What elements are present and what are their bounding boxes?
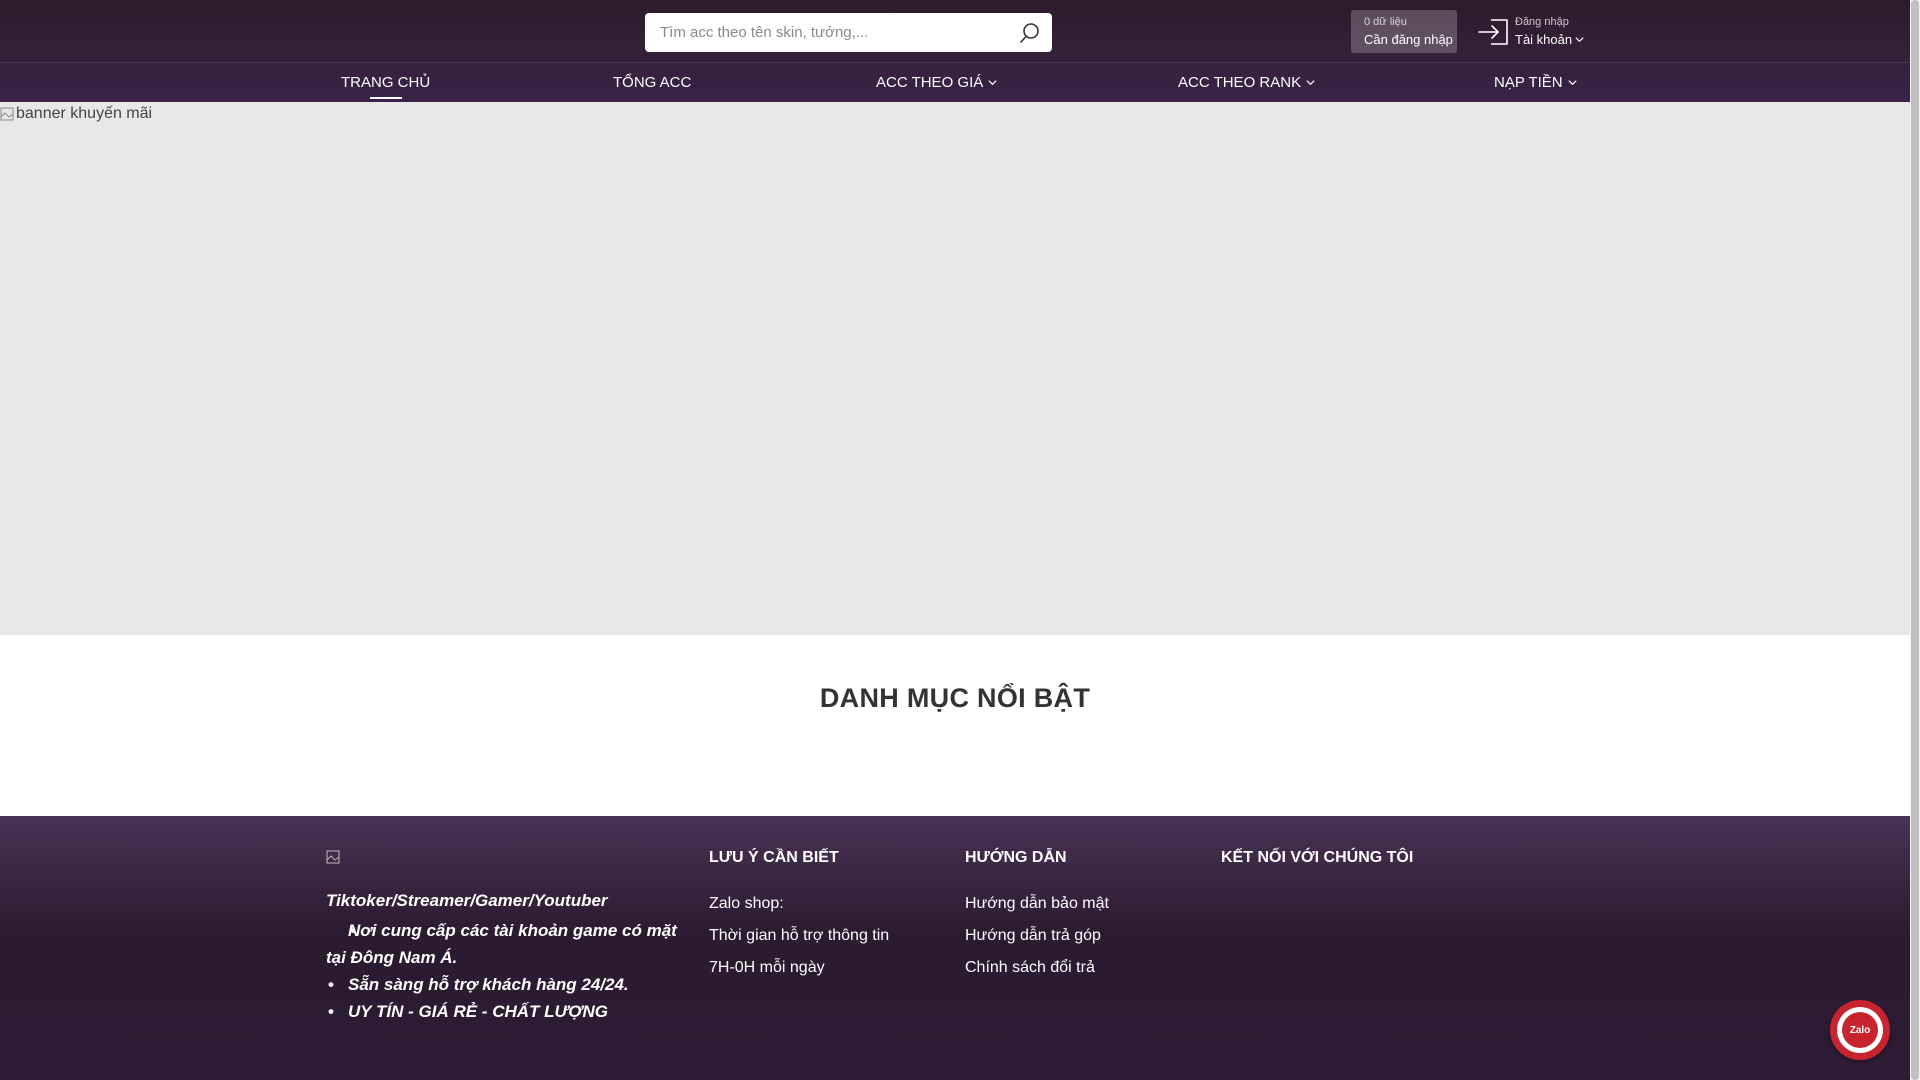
nav-item-label: NẠP TIỀN (1494, 74, 1563, 91)
top-bar: 0 dữ liệu Cần đăng nhập Đăng nhập Tài kh… (0, 0, 1910, 63)
cart-button[interactable]: 0 dữ liệu Cần đăng nhập (1351, 10, 1457, 53)
footer-col-title: LƯU Ý CẦN BIẾT (709, 849, 839, 866)
chevron-down-icon (1306, 80, 1315, 86)
account-menu[interactable]: Đăng nhập Tài khoản (1477, 14, 1597, 50)
nav-item-label: ACC THEO GIÁ (876, 74, 984, 91)
footer-col-title: KẾT NỐI VỚI CHÚNG TÔI (1221, 849, 1414, 866)
footer-col-guides: HƯỚNG DẪN Hướng dẫn bảo mật Hướng dẫn tr… (965, 848, 1109, 984)
footer-col-notes: LƯU Ý CẦN BIẾT Zalo shop: Thời gian hỗ t… (709, 848, 889, 984)
nav-item-top-up[interactable]: NẠP TIỀN (1494, 63, 1578, 102)
active-underline (369, 97, 402, 99)
login-label: Đăng nhập (1515, 16, 1569, 28)
nav-item-home[interactable]: TRANG CHỦ (341, 63, 430, 102)
zalo-icon: Zalo (1837, 1007, 1883, 1053)
zalo-chat-button[interactable]: Zalo (1830, 1000, 1890, 1060)
nav-item-acc-by-price[interactable]: ACC THEO GIÁ (876, 63, 998, 102)
login-icon (1478, 19, 1508, 45)
broken-image-icon (326, 850, 340, 864)
footer-link[interactable]: 7H-0H mỗi ngày (709, 952, 889, 984)
footer-tagline: Tiktoker/Streamer/Gamer/Youtuber (326, 891, 608, 910)
search-input[interactable] (645, 13, 995, 52)
banner-alt: banner khuyến mãi (0, 105, 152, 123)
chevron-down-icon (988, 80, 997, 86)
footer-bullets: Nơi cung cấp các tài khoản game có mặt t… (326, 917, 681, 1025)
nav-item-label: ACC THEO RANK (1178, 74, 1302, 91)
list-item: Nơi cung cấp các tài khoản game có mặt t… (326, 917, 681, 971)
promo-banner[interactable]: banner khuyến mãi (0, 102, 1910, 635)
banner-alt-text: banner khuyến mãi (16, 105, 153, 122)
footer-link[interactable]: Hướng dẫn bảo mật (965, 888, 1109, 920)
search-icon[interactable] (1018, 21, 1042, 45)
site-header: 0 dữ liệu Cần đăng nhập Đăng nhập Tài kh… (0, 0, 1910, 102)
footer-link[interactable]: Thời gian hỗ trợ thông tin (709, 920, 889, 952)
list-item: UY TÍN - GIÁ RẺ - CHẤT LƯỢNG (326, 998, 681, 1025)
page: 0 dữ liệu Cần đăng nhập Đăng nhập Tài kh… (0, 0, 1910, 1080)
nav-item-acc-by-rank[interactable]: ACC THEO RANK (1178, 63, 1316, 102)
footer-col-title: HƯỚNG DẪN (965, 849, 1067, 866)
account-label-wrap: Tài khoản (1515, 32, 1585, 47)
nav-item-all-acc[interactable]: TỔNG ACC (613, 63, 691, 102)
zalo-label: Zalo (1842, 1012, 1878, 1048)
featured-categories-title: DANH MỤC NỔI BẬT (819, 683, 1091, 713)
scrollbar-thumb[interactable] (1911, 0, 1919, 1080)
broken-image-icon (0, 107, 14, 121)
chevron-down-icon (1568, 80, 1577, 86)
footer-link[interactable]: Chính sách đổi trả (965, 952, 1109, 984)
cart-status: Cần đăng nhập (1364, 32, 1453, 47)
footer-logo[interactable] (326, 848, 340, 866)
chevron-down-icon (1575, 37, 1584, 43)
scrollbar[interactable] (1910, 0, 1920, 1080)
search-box (645, 13, 1052, 52)
list-item: Sẵn sàng hỗ trợ khách hàng 24/24. (326, 971, 681, 998)
nav-item-label: TỔNG ACC (613, 74, 692, 91)
main-nav: TRANG CHỦ TỔNG ACC ACC THEO GIÁ ACC THEO… (0, 63, 1910, 102)
cart-count: 0 dữ liệu (1364, 16, 1407, 28)
account-label: Tài khoản (1515, 32, 1573, 47)
footer-col-connect: KẾT NỐI VỚI CHÚNG TÔI (1221, 848, 1413, 888)
footer-link[interactable]: Hướng dẫn trả góp (965, 920, 1109, 952)
footer-link[interactable]: Zalo shop: (709, 888, 889, 920)
site-footer: Tiktoker/Streamer/Gamer/Youtuber Nơi cun… (0, 816, 1910, 1080)
